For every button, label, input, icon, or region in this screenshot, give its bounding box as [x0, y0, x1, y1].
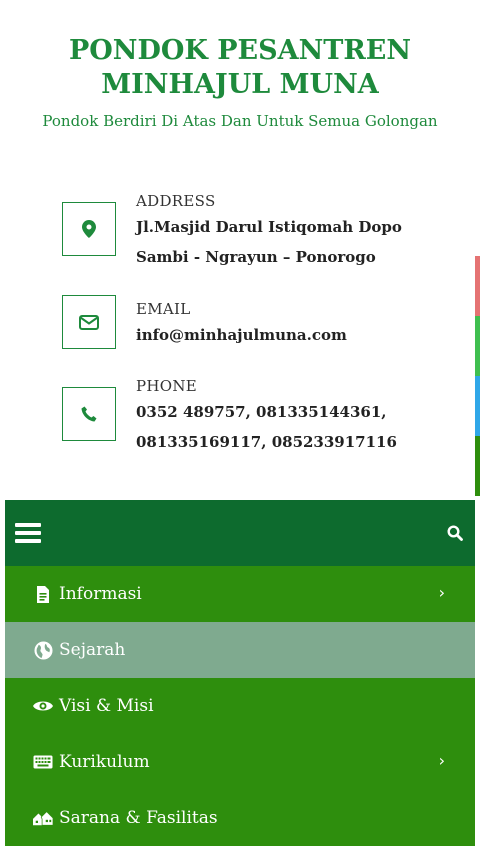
side-tab-green[interactable]: [475, 316, 480, 376]
email-value[interactable]: info@minhajulmuna.com: [136, 320, 466, 350]
menu-item-sarana-fasilitas[interactable]: Sarana & Fasilitas: [5, 790, 475, 846]
menu-item-label: Informasi: [59, 584, 142, 604]
side-tab-darkgreen[interactable]: [475, 436, 480, 496]
site-title-line2[interactable]: MINHAJUL MUNA: [0, 68, 480, 102]
phone-line2[interactable]: 081335169117, 085233917116: [136, 427, 466, 457]
side-share-tabs: [475, 256, 480, 496]
envelope-icon: [62, 295, 116, 349]
eye-icon: [33, 696, 53, 716]
menu-item-kurikulum[interactable]: Kurikulum ›: [5, 734, 475, 790]
menu-item-informasi[interactable]: Informasi ›: [5, 566, 475, 622]
menu-item-label: Sejarah: [59, 640, 126, 660]
menu-item-label: Kurikulum: [59, 752, 150, 772]
menu-item-label: Sarana & Fasilitas: [59, 808, 218, 828]
map-marker-icon: [62, 202, 116, 256]
buildings-icon: [33, 808, 53, 828]
menu-item-label: Visi & Misi: [59, 696, 154, 716]
nav-menu: Informasi › Sejarah Visi & Misi Kurikulu…: [5, 566, 475, 846]
menu-item-visi-misi[interactable]: Visi & Misi: [5, 678, 475, 734]
chevron-right-icon[interactable]: ›: [439, 751, 445, 770]
email-label: EMAIL: [136, 300, 191, 318]
site-title-line1[interactable]: PONDOK PESANTREN: [0, 34, 480, 68]
contact-address: ADDRESS Jl.Masjid Darul Istiqomah Dopo S…: [62, 192, 462, 272]
phone-line1[interactable]: 0352 489757, 081335144361,: [136, 397, 466, 427]
menu-item-sejarah[interactable]: Sejarah: [5, 622, 475, 678]
address-line2: Sambi - Ngrayun – Ponorogo: [136, 248, 376, 266]
main-navbar: [5, 500, 475, 566]
hamburger-icon[interactable]: [15, 523, 41, 543]
site-tagline: Pondok Berdiri Di Atas Dan Untuk Semua G…: [42, 112, 438, 130]
side-tab-red[interactable]: [475, 256, 480, 316]
document-icon: [33, 584, 53, 604]
side-tab-blue[interactable]: [475, 376, 480, 436]
address-label: ADDRESS: [136, 192, 216, 210]
globe-icon: [33, 640, 53, 660]
search-icon[interactable]: [445, 523, 465, 543]
keyboard-icon: [33, 752, 53, 772]
phone-label: PHONE: [136, 377, 198, 395]
contact-email: EMAIL info@minhajulmuna.com: [62, 295, 462, 360]
address-line1: Jl.Masjid Darul Istiqomah Dopo: [136, 218, 402, 236]
chevron-right-icon[interactable]: ›: [439, 583, 445, 602]
site-title[interactable]: PONDOK PESANTREN MINHAJUL MUNA: [0, 34, 480, 102]
contact-phone: PHONE 0352 489757, 081335144361, 0813351…: [62, 377, 462, 457]
phone-icon: [62, 387, 116, 441]
